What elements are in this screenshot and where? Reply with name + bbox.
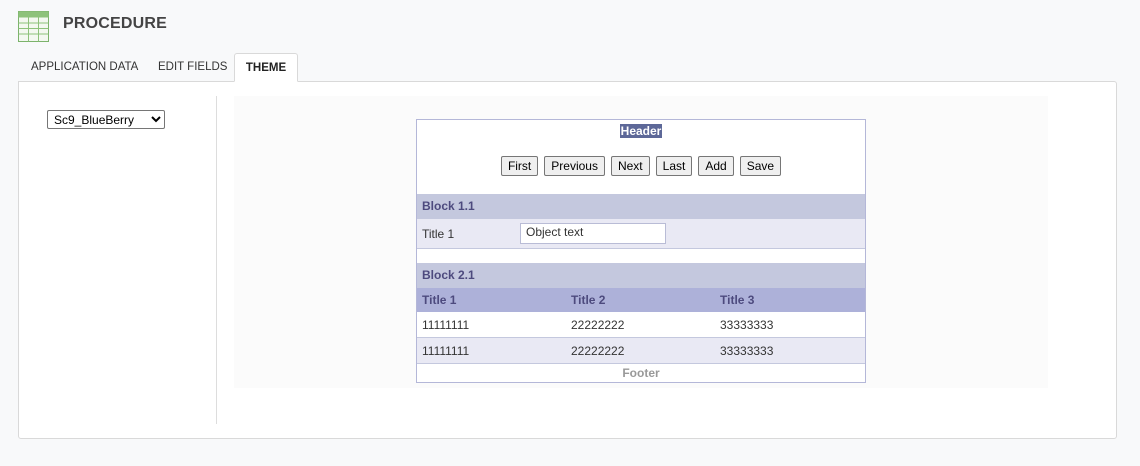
preview-header: Header: [619, 124, 663, 138]
theme-select[interactable]: Sc9_BlueBerry: [47, 110, 165, 129]
tab-theme[interactable]: THEME: [234, 53, 298, 82]
column-header: Title 1: [422, 293, 457, 307]
next-button[interactable]: Next: [610, 156, 650, 176]
table-row: 11111111 22222222 33333333: [417, 312, 865, 338]
theme-panel: Sc9_BlueBerry Header First Previous Next…: [18, 81, 1117, 439]
spreadsheet-icon: [18, 11, 49, 42]
tab-application-data[interactable]: APPLICATION DATA: [31, 53, 138, 82]
save-button[interactable]: Save: [739, 156, 782, 176]
first-button[interactable]: First: [500, 156, 539, 176]
column-header: Title 2: [571, 293, 606, 307]
field-row: Title 1 Object text: [417, 219, 865, 249]
table-row: 11111111 22222222 33333333: [417, 338, 865, 364]
panel-divider: [216, 96, 217, 424]
table-cell: 22222222: [571, 318, 625, 332]
last-button[interactable]: Last: [655, 156, 693, 176]
preview-footer: Footer: [622, 366, 660, 380]
add-button[interactable]: Add: [698, 156, 734, 176]
table-cell: 22222222: [571, 344, 625, 358]
table-cell: 11111111: [422, 318, 470, 332]
grid-header: Title 1 Title 2 Title 3: [417, 288, 865, 312]
previous-button[interactable]: Previous: [544, 156, 605, 176]
tab-edit-fields[interactable]: EDIT FIELDS: [158, 53, 227, 82]
preview-nav-toolbar: First Previous Next Last Add Save: [417, 156, 865, 176]
field-label: Title 1: [422, 227, 455, 241]
preview-header-row: Header: [417, 120, 865, 140]
object-text-input[interactable]: Object text: [520, 223, 666, 244]
page-title: PROCEDURE: [63, 15, 168, 32]
table-cell: 11111111: [422, 344, 470, 358]
theme-preview: Header First Previous Next Last Add Save…: [416, 119, 866, 383]
column-header: Title 3: [720, 293, 755, 307]
block-title-1: Block 1.1: [417, 194, 865, 219]
block-title-2: Block 2.1: [417, 263, 865, 288]
table-cell: 33333333: [720, 344, 774, 358]
table-cell: 33333333: [720, 318, 774, 332]
